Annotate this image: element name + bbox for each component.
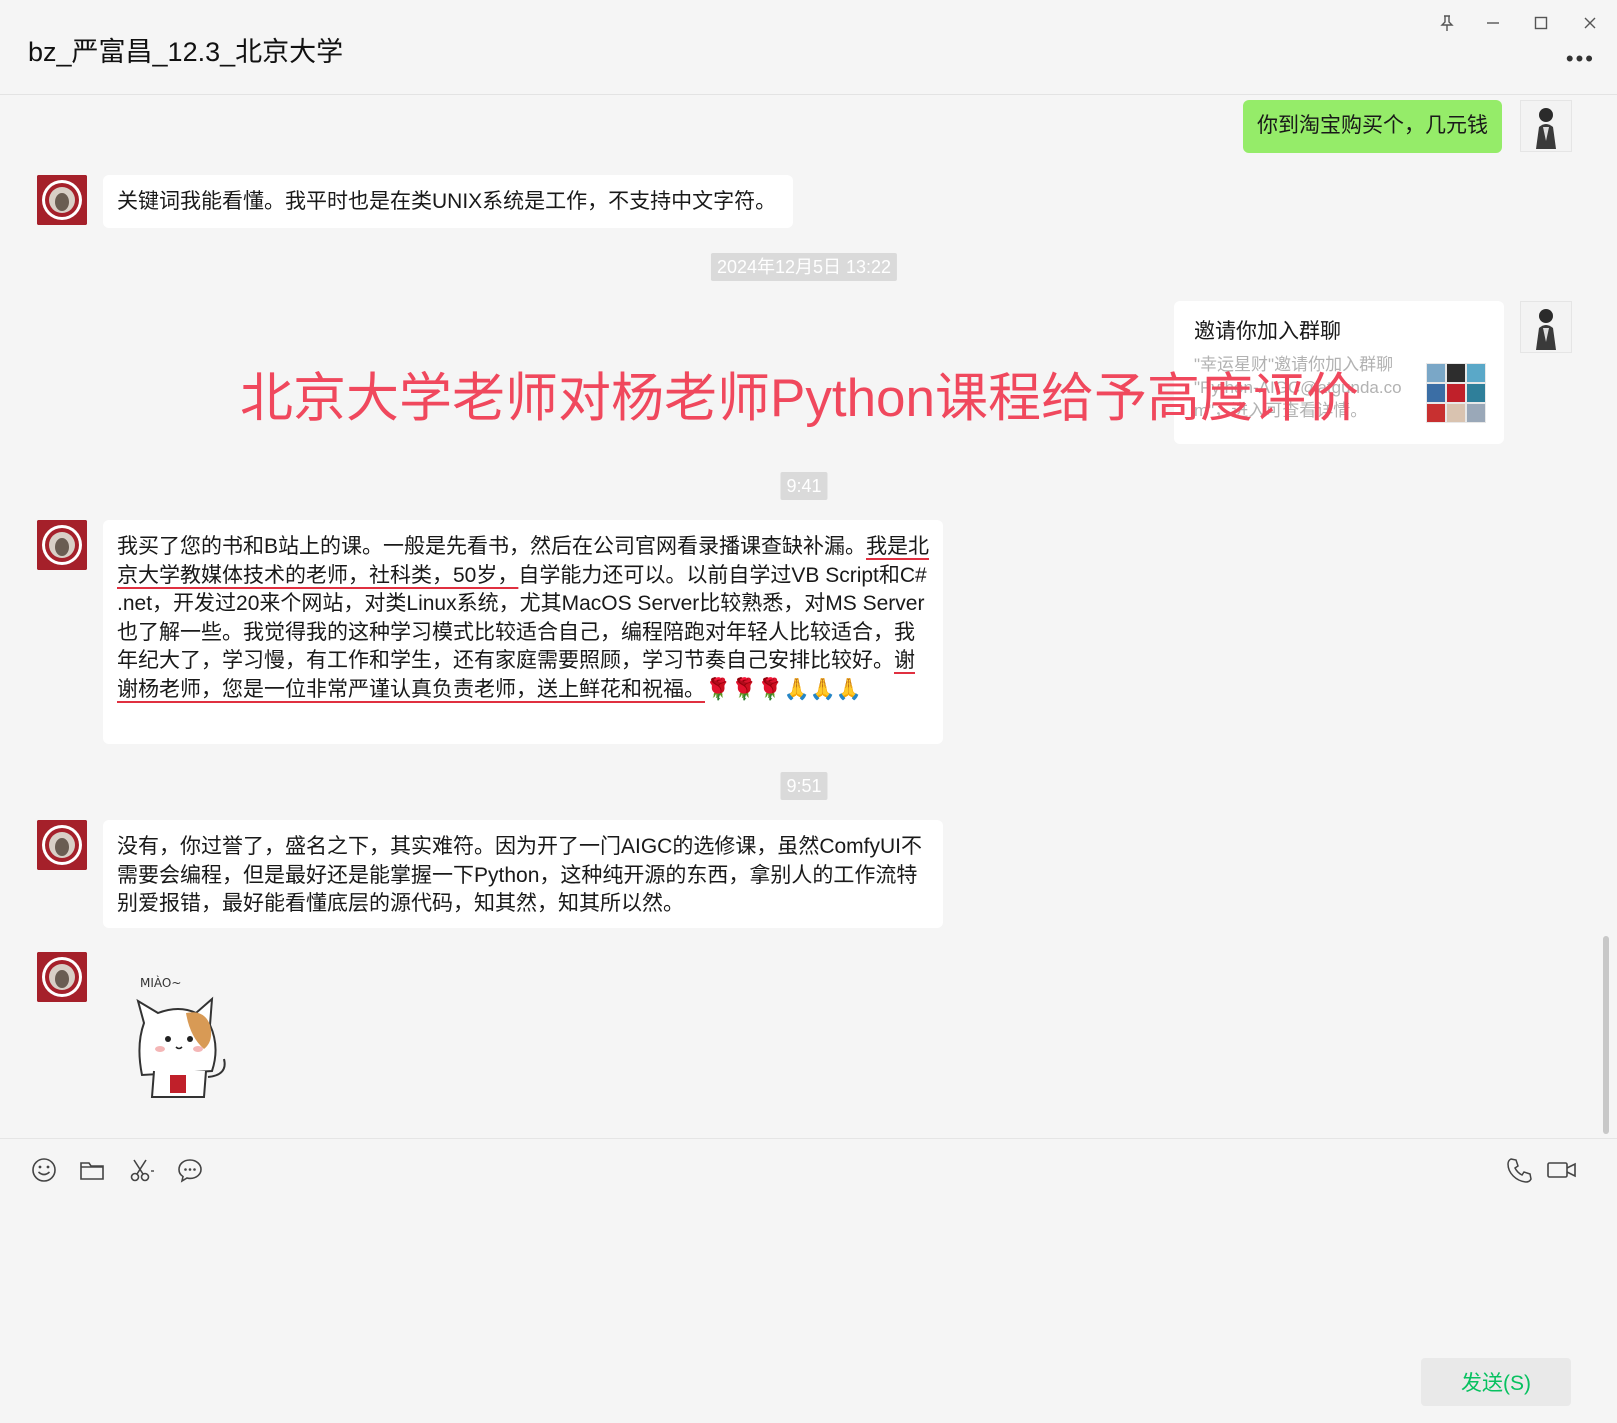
chat-history-icon[interactable]	[176, 1156, 204, 1184]
university-seal-icon	[37, 520, 87, 570]
chat-title: bz_严富昌_12.3_北京大学	[28, 37, 344, 67]
video-icon[interactable]	[1546, 1156, 1578, 1184]
message-text: 你到淘宝购买个，几元钱	[1257, 114, 1488, 137]
scissors-icon[interactable]	[127, 1156, 155, 1184]
woman-avatar-icon	[1536, 309, 1556, 350]
chat-window: bz_严富昌_12.3_北京大学 ••• 你到淘宝购买个，几元钱 关键词我能看懂…	[0, 0, 1617, 1423]
cat-sticker[interactable]: MIÀO~	[124, 965, 244, 1105]
avatar[interactable]	[1520, 100, 1572, 152]
message-text: 我买了您的书和B站上的课。一般是先看书，然后在公司官网看录播课查缺补漏。	[117, 535, 867, 558]
university-seal-icon	[37, 952, 87, 1002]
message-text: 关键词我能看懂。我平时也是在类UNIX系统是工作，不支持中文字符。	[117, 190, 777, 213]
chat-header: bz_严富昌_12.3_北京大学 •••	[0, 0, 1617, 95]
timestamp: 2024年12月5日 13:22	[710, 253, 898, 281]
timestamp: 9:51	[780, 772, 828, 800]
group-thumbnail-icon	[1426, 363, 1486, 423]
message-input[interactable]	[0, 1190, 1600, 1350]
sticker-text: MIÀO~	[140, 975, 181, 990]
pin-icon[interactable]	[1434, 10, 1460, 36]
avatar[interactable]	[1520, 301, 1572, 353]
maximize-icon[interactable]	[1528, 10, 1554, 36]
university-seal-icon	[37, 820, 87, 870]
university-seal-icon	[37, 175, 87, 225]
send-button[interactable]: 发送(S)	[1421, 1358, 1571, 1406]
message-bubble-incoming[interactable]: 没有，你过誉了，盛名之下，其实难符。因为开了一门AIGC的选修课，虽然Comfy…	[103, 820, 943, 928]
scrollbar[interactable]	[1603, 936, 1609, 1134]
overlay-caption: 北京大学老师对杨老师Python课程给予高度评价	[240, 369, 1360, 428]
avatar[interactable]	[37, 952, 87, 1002]
more-options-icon[interactable]: •••	[1566, 46, 1595, 72]
message-bubble-outgoing[interactable]: 你到淘宝购买个，几元钱	[1243, 100, 1502, 153]
avatar[interactable]	[37, 820, 87, 870]
avatar[interactable]	[37, 520, 87, 570]
woman-avatar-icon	[1536, 108, 1556, 149]
avatar[interactable]	[37, 175, 87, 225]
invite-title: 邀请你加入群聊	[1194, 320, 1341, 343]
emoji-icon[interactable]	[30, 1156, 58, 1184]
minimize-icon[interactable]	[1480, 10, 1506, 36]
divider	[0, 1138, 1617, 1139]
message-bubble-incoming[interactable]: 我买了您的书和B站上的课。一般是先看书，然后在公司官网看录播课查缺补漏。我是北京…	[103, 520, 943, 744]
timestamp: 9:41	[780, 472, 828, 500]
phone-icon[interactable]	[1505, 1156, 1533, 1184]
folder-icon[interactable]	[78, 1156, 106, 1184]
emoji-text: 🌹🌹🌹🙏🙏🙏	[705, 677, 862, 701]
message-text: 没有，你过誉了，盛名之下，其实难符。因为开了一门AIGC的选修课，虽然Comfy…	[117, 835, 923, 915]
message-bubble-incoming[interactable]: 关键词我能看懂。我平时也是在类UNIX系统是工作，不支持中文字符。	[103, 175, 793, 228]
close-icon[interactable]	[1577, 10, 1603, 36]
